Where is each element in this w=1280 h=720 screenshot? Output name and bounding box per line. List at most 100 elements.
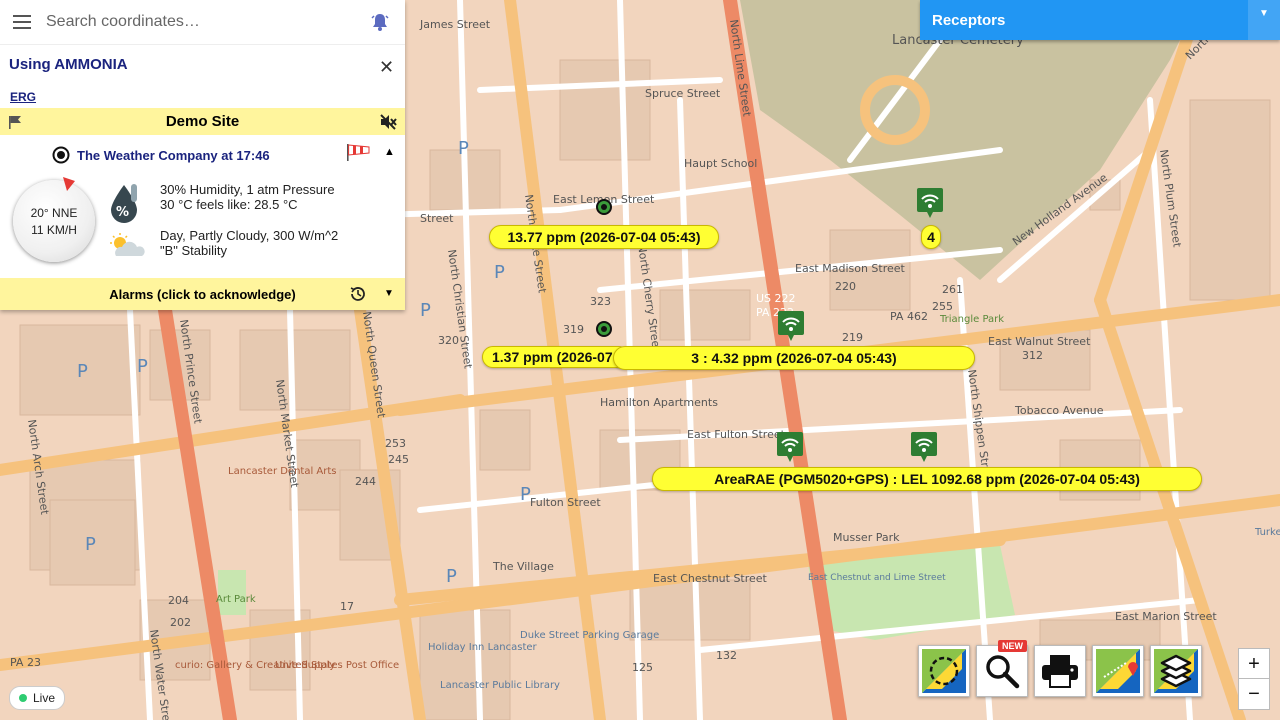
windsock-icon [346, 142, 372, 167]
house-number: 319 [563, 323, 584, 336]
house-number: 125 [632, 661, 653, 674]
house-number: 202 [170, 616, 191, 629]
printer-icon [1042, 655, 1078, 688]
house-number: 323 [590, 295, 611, 308]
street-label: PA 462 [890, 310, 928, 323]
chevron-down-icon[interactable]: ▼ [384, 288, 394, 299]
street-label: Triangle Park [939, 314, 1004, 325]
erg-link[interactable]: ERG [10, 90, 36, 104]
svg-text:P: P [494, 262, 505, 283]
reading-tag[interactable]: 1.37 ppm (2026-07 [482, 346, 630, 368]
house-number: 17 [340, 600, 354, 613]
reading-tag[interactable]: 13.77 ppm (2026-07-04 05:43) [489, 225, 719, 249]
plume-tool-button[interactable] [918, 645, 970, 697]
weather-source-title: The Weather Company at 17:46 [77, 148, 270, 163]
receptors-label: Receptors [932, 12, 1006, 29]
live-indicator[interactable]: Live [9, 686, 66, 710]
weather-line-1: 30% Humidity, 1 atm Pressure [160, 182, 335, 197]
street-label: East Chestnut Street [653, 572, 768, 585]
zoom-out-button[interactable]: − [1238, 678, 1270, 710]
flag-icon [8, 115, 22, 133]
live-label: Live [33, 691, 56, 705]
house-number: 320 [438, 334, 459, 347]
wind-arrow-icon [63, 177, 75, 191]
reading-tag[interactable]: 4 [921, 225, 941, 249]
search-input[interactable] [44, 12, 348, 32]
street-label: Musser Park [833, 531, 900, 544]
layers-button[interactable] [1150, 645, 1202, 697]
house-number: 204 [168, 594, 189, 607]
street-label: East Marion Street [1115, 610, 1217, 623]
zoom-in-button[interactable]: + [1238, 648, 1270, 680]
svg-text:%: % [116, 205, 129, 220]
collapse-icon[interactable]: ▲ [384, 146, 395, 158]
mute-icon[interactable] [379, 113, 397, 135]
svg-text:P: P [77, 361, 88, 382]
chevron-down-icon[interactable]: ▼ [1248, 0, 1280, 40]
street-label: Street [420, 212, 454, 225]
svg-text:P: P [85, 534, 96, 555]
street-label: US 222 [756, 292, 796, 305]
map-route-button[interactable] [1092, 645, 1144, 697]
close-icon[interactable]: ✕ [379, 57, 394, 78]
svg-text:P: P [137, 356, 148, 377]
street-label: Tobacco Avenue [1014, 404, 1104, 417]
magnifier-icon [986, 655, 1020, 689]
reading-tag[interactable]: AreaRAE (PGM5020+GPS) : LEL 1092.68 ppm … [652, 467, 1202, 491]
svg-text:P: P [520, 484, 531, 505]
street-label: Duke Street Parking Garage [520, 630, 659, 641]
partly-cloudy-icon [108, 232, 146, 265]
new-badge: NEW [998, 640, 1027, 652]
street-label: James Street [419, 18, 491, 31]
info-panel: Using AMMONIA ✕ ERG Demo Site The Weathe… [0, 0, 405, 310]
street-label: Fulton Street [530, 496, 601, 509]
menu-icon[interactable] [0, 0, 44, 44]
live-status-dot [19, 694, 27, 702]
house-number: 220 [835, 280, 856, 293]
street-label: Art Park [216, 594, 256, 605]
print-button[interactable] [1034, 645, 1086, 697]
sensor-point-marker[interactable] [596, 321, 612, 337]
reading-tag[interactable]: 3 : 4.32 ppm (2026-07-04 05:43) [613, 346, 975, 370]
street-label: East Walnut Street [988, 335, 1091, 348]
bell-icon[interactable] [370, 12, 390, 37]
street-label: Spruce Street [645, 87, 721, 100]
chemical-label: Using AMMONIA [9, 56, 128, 73]
wind-direction: 20° NNE [30, 206, 78, 220]
svg-text:P: P [446, 566, 457, 587]
street-label: East Chestnut and Lime Street [808, 573, 946, 583]
wind-speed: 11 KM/H [31, 223, 77, 237]
wind-dial: 20° NNE 11 KM/H [13, 177, 95, 262]
street-label: Haupt School [684, 157, 757, 170]
art-park-area [218, 570, 246, 615]
plume-map-icon [922, 649, 966, 693]
radio-selected-icon[interactable] [52, 146, 70, 169]
search-bar [0, 0, 405, 45]
street-label: Turkey Hill [1254, 527, 1280, 538]
street-label: Hamilton Apartments [600, 396, 718, 409]
street-label: East Fulton Street [687, 428, 786, 441]
receptors-dropdown[interactable]: Receptors ▼ [920, 0, 1280, 40]
site-bar[interactable]: Demo Site [0, 108, 405, 135]
street-label: The Village [492, 560, 554, 573]
history-icon[interactable] [349, 285, 367, 306]
street-label: Lancaster Dental Arts [228, 466, 337, 477]
street-label: curio: Gallery & Creative Supply [175, 660, 335, 671]
alarms-bar[interactable]: Alarms (click to acknowledge) ▼ [0, 278, 405, 310]
wifi-sensor-icon[interactable] [778, 311, 804, 341]
weather-line-4: "B" Stability [160, 243, 228, 258]
street-label: East Madison Street [795, 262, 906, 275]
house-number: 312 [1022, 349, 1043, 362]
search-tool-button[interactable] [976, 645, 1028, 697]
weather-line-2: 30 °C feels like: 28.5 °C [160, 197, 298, 212]
svg-text:P: P [458, 138, 469, 159]
map-pin-icon [1096, 649, 1140, 693]
sensor-point-marker[interactable] [596, 199, 612, 215]
street-label: Lancaster Public Library [440, 680, 560, 691]
house-number: 261 [942, 283, 963, 296]
wifi-sensor-icon[interactable] [917, 188, 943, 218]
svg-text:P: P [420, 300, 431, 321]
wifi-sensor-icon[interactable] [777, 432, 803, 462]
street-label: PA 23 [10, 656, 41, 669]
wifi-sensor-icon[interactable] [911, 432, 937, 462]
